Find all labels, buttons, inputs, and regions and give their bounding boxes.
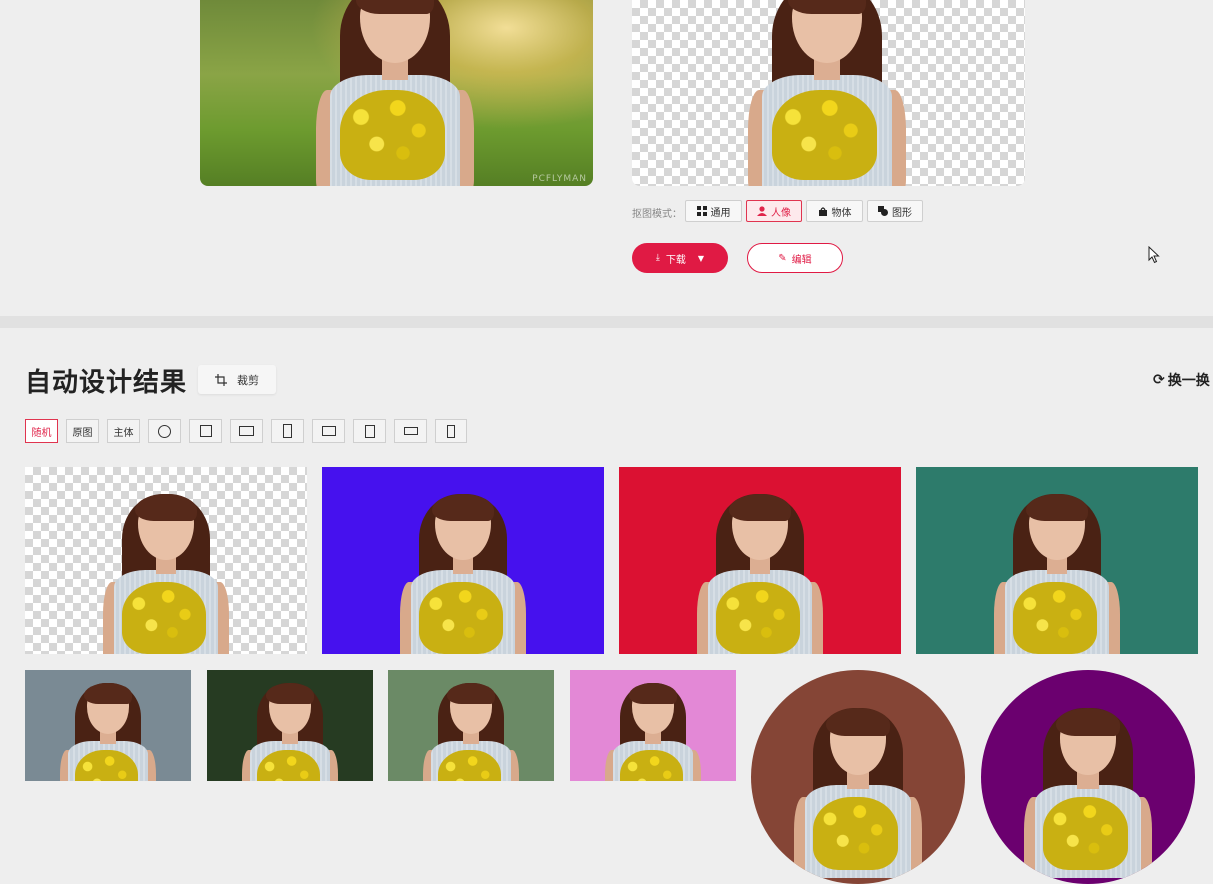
filter-original-label: 原图 (72, 427, 93, 439)
refresh-icon: ⟳ (1153, 372, 1165, 388)
mode-portrait-button[interactable]: 人像 (746, 200, 802, 222)
square-shape-icon (199, 425, 212, 437)
portrait-shape-icon (283, 424, 292, 438)
edit-button[interactable]: ✎ 编辑 (747, 243, 843, 273)
filter-portrait[interactable] (271, 419, 304, 443)
watermark-text: PCFLYMAN (532, 174, 587, 184)
download-label: 下载 (665, 254, 686, 266)
mode-graphic-label: 图形 (892, 207, 912, 219)
original-photo: PCFLYMAN (200, 0, 593, 186)
filter-landscape[interactable] (230, 419, 263, 443)
circle-shape-icon (158, 424, 171, 438)
portrait-shape-icon (364, 424, 375, 438)
filter-tall[interactable] (435, 419, 467, 443)
tall-shape-icon (447, 424, 455, 438)
person-figure (56, 683, 159, 781)
mode-general-label: 通用 (710, 207, 731, 219)
person-figure (601, 683, 704, 781)
caret-down-icon[interactable]: ▼ (698, 254, 704, 263)
result-card-brown-circle[interactable] (751, 670, 965, 884)
download-button[interactable]: ⤓ 下载 ▼ (632, 243, 728, 273)
result-card-grey[interactable] (25, 670, 191, 781)
result-card-blue[interactable] (322, 467, 604, 654)
filter-random-label: 随机 (31, 427, 52, 439)
person-figure (789, 708, 927, 878)
pencil-icon: ✎ (778, 252, 787, 264)
grid-icon (696, 206, 707, 216)
person-figure (419, 683, 522, 781)
filter-portrait-2[interactable] (353, 419, 386, 443)
result-card-teal[interactable] (916, 467, 1198, 654)
mode-general-button[interactable]: 通用 (685, 200, 742, 222)
section-divider (0, 316, 1213, 328)
person-figure (98, 493, 234, 654)
mouse-cursor-icon (1148, 246, 1160, 264)
person-figure (742, 0, 912, 186)
person-figure (692, 493, 828, 654)
filter-square[interactable] (189, 419, 222, 443)
person-figure (238, 683, 341, 781)
mode-graphic-button[interactable]: 图形 (867, 200, 923, 222)
filter-subject[interactable]: 主体 (107, 419, 140, 443)
result-card-pink[interactable] (570, 670, 736, 781)
landscape-shape-icon (321, 426, 336, 436)
refresh-button[interactable]: ⟳ 换一换 (1153, 370, 1210, 390)
person-figure (989, 493, 1125, 654)
cutout-preview (632, 0, 1025, 186)
download-icon: ⤓ (655, 253, 660, 263)
person-figure (395, 493, 531, 654)
result-card-sage[interactable] (388, 670, 554, 781)
mode-object-label: 物体 (831, 207, 852, 219)
matting-mode-label: 抠图模式： (632, 209, 682, 220)
result-card-dark-green[interactable] (207, 670, 373, 781)
crop-icon (215, 373, 227, 386)
person-icon (757, 206, 767, 216)
filter-wide[interactable] (394, 419, 427, 443)
shapes-icon (878, 206, 888, 216)
result-card-red[interactable] (619, 467, 901, 654)
result-card-purple-circle[interactable] (981, 670, 1195, 884)
crop-button[interactable]: 裁剪 (198, 365, 276, 394)
landscape-shape-icon (239, 426, 254, 436)
wide-shape-icon (403, 427, 418, 435)
mode-object-button[interactable]: 物体 (806, 200, 863, 222)
bag-icon (818, 207, 827, 216)
filter-landscape-2[interactable] (312, 419, 345, 443)
crop-label: 裁剪 (237, 373, 259, 387)
result-card-transparent[interactable] (25, 467, 307, 654)
filter-circle[interactable] (148, 419, 181, 443)
edit-label: 编辑 (791, 254, 812, 266)
person-figure (310, 0, 480, 186)
filter-subject-label: 主体 (113, 427, 134, 439)
person-figure (1019, 708, 1157, 878)
mode-portrait-label: 人像 (771, 207, 791, 219)
refresh-label: 换一换 (1167, 373, 1210, 389)
filter-random[interactable]: 随机 (25, 419, 58, 443)
auto-design-title: 自动设计结果 (25, 368, 188, 398)
filter-original[interactable]: 原图 (66, 419, 99, 443)
